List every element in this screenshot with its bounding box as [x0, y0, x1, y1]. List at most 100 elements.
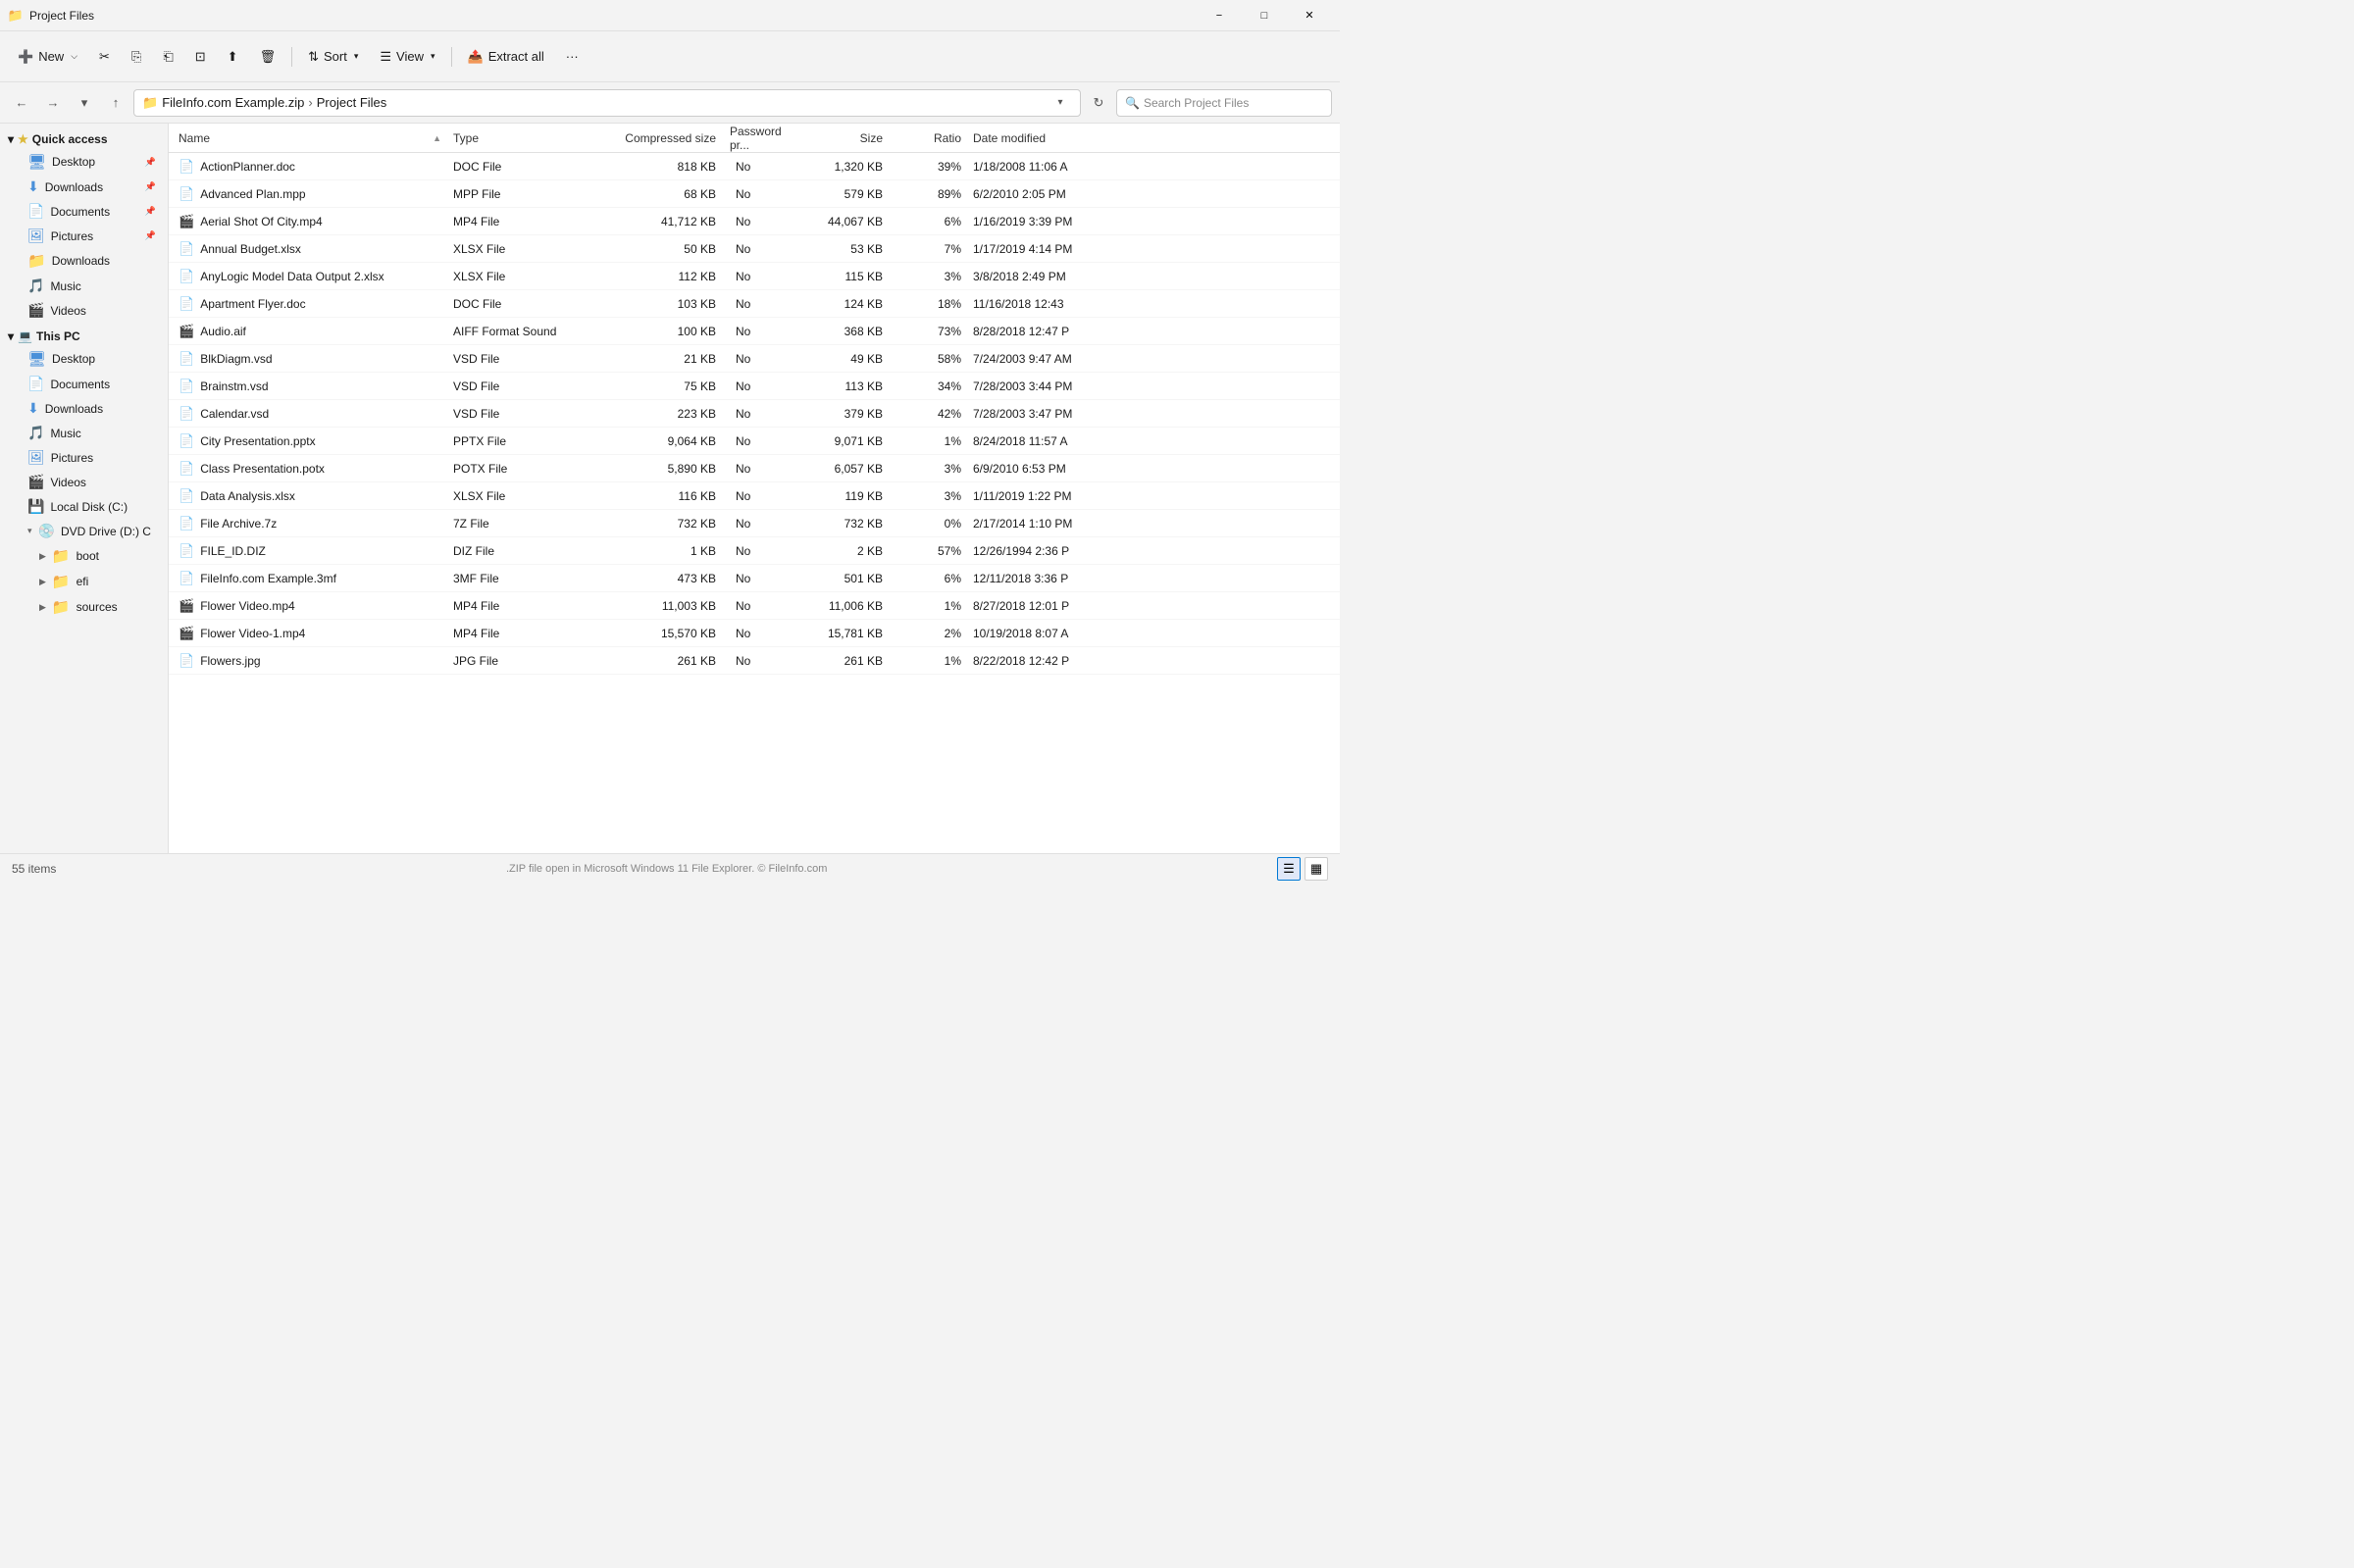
sidebar-label: Music	[50, 279, 80, 293]
table-row[interactable]: 🎬 Aerial Shot Of City.mp4 MP4 File 41,71…	[169, 208, 1340, 235]
col-name-header[interactable]: Name ▲	[173, 124, 447, 152]
grid-view-button[interactable]: ▦	[1305, 857, 1328, 881]
sidebar-item-music-pc[interactable]: 🎵 Music	[4, 421, 164, 445]
sidebar-item-videos-quick[interactable]: 🎬 Videos	[4, 298, 164, 323]
table-row[interactable]: 📄 Advanced Plan.mpp MPP File 68 KB No 57…	[169, 180, 1340, 208]
sidebar-label: Pictures	[51, 229, 93, 243]
col-size-header[interactable]: Size	[800, 124, 889, 152]
cell-name: 📄 Annual Budget.xlsx	[173, 241, 447, 257]
view-button[interactable]: ☰ View ▾	[370, 39, 444, 75]
paste-button[interactable]: ⎗	[153, 39, 182, 75]
sort-button[interactable]: ⇅ Sort ▾	[298, 39, 368, 75]
videos-icon: 🎬	[27, 302, 44, 319]
folder-icon: 📁	[52, 598, 71, 616]
sidebar-item-efi[interactable]: ▶ 📁 efi	[4, 569, 164, 594]
search-box[interactable]: 🔍 Search Project Files	[1116, 89, 1332, 117]
table-row[interactable]: 📄 Calendar.vsd VSD File 223 KB No 379 KB…	[169, 400, 1340, 428]
file-icon: 📄	[179, 296, 194, 312]
address-path[interactable]: 📁 FileInfo.com Example.zip › Project Fil…	[133, 89, 1081, 117]
sidebar-item-pictures-pc[interactable]: 🖼 Pictures	[4, 445, 164, 470]
col-type-header[interactable]: Type	[447, 124, 604, 152]
sidebar-item-documents-quick[interactable]: 📄 Documents 📌	[4, 199, 164, 224]
share-button[interactable]: ⬆	[218, 39, 248, 75]
copy-button[interactable]: ⎘	[122, 39, 151, 75]
titlebar: 📁 Project Files − □ ✕	[0, 0, 1340, 31]
efi-chevron-icon: ▶	[39, 577, 46, 587]
new-button[interactable]: ➕ New ⌵	[8, 39, 87, 75]
table-row[interactable]: 📄 File Archive.7z 7Z File 732 KB No 732 …	[169, 510, 1340, 537]
table-row[interactable]: 📄 BlkDiagm.vsd VSD File 21 KB No 49 KB 5…	[169, 345, 1340, 373]
sidebar-label: Downloads	[45, 180, 103, 194]
table-row[interactable]: 📄 Class Presentation.potx POTX File 5,89…	[169, 455, 1340, 482]
refresh-button[interactable]: ↻	[1085, 89, 1112, 117]
cell-name: 📄 Calendar.vsd	[173, 406, 447, 422]
sidebar-item-sources[interactable]: ▶ 📁 sources	[4, 594, 164, 620]
table-row[interactable]: 📄 Apartment Flyer.doc DOC File 103 KB No…	[169, 290, 1340, 318]
table-row[interactable]: 📄 Data Analysis.xlsx XLSX File 116 KB No…	[169, 482, 1340, 510]
col-password-header[interactable]: Password pr...	[722, 124, 800, 152]
file-icon: 📄	[179, 516, 194, 531]
cell-date: 10/19/2018 8:07 A	[967, 627, 1336, 640]
col-date-header[interactable]: Date modified	[967, 124, 1336, 152]
sidebar-item-downloads-pc[interactable]: ⬇ Downloads	[4, 396, 164, 421]
sidebar-label: boot	[77, 549, 99, 563]
path-dropdown-icon[interactable]: ▾	[1049, 91, 1072, 115]
sidebar-item-videos-pc[interactable]: 🎬 Videos	[4, 470, 164, 494]
sidebar-item-documents-pc[interactable]: 📄 Documents	[4, 372, 164, 396]
col-compressed-header[interactable]: Compressed size	[604, 124, 722, 152]
delete-button[interactable]: 🗑	[250, 39, 286, 75]
minimize-button[interactable]: −	[1197, 0, 1242, 31]
download-icon: ⬇	[27, 178, 39, 195]
col-ratio-header[interactable]: Ratio	[889, 124, 967, 152]
list-view-button[interactable]: ☰	[1277, 857, 1301, 881]
music-icon: 🎵	[27, 278, 44, 294]
file-name: Annual Budget.xlsx	[200, 242, 301, 256]
cell-date: 8/24/2018 11:57 A	[967, 434, 1336, 448]
forward-button[interactable]: →	[39, 89, 67, 117]
cell-ratio: 3%	[889, 462, 967, 476]
recent-button[interactable]: ▾	[71, 89, 98, 117]
sidebar-label: Local Disk (C:)	[50, 500, 128, 514]
table-row[interactable]: 🎬 Audio.aif AIFF Format Sound 100 KB No …	[169, 318, 1340, 345]
table-row[interactable]: 📄 FileInfo.com Example.3mf 3MF File 473 …	[169, 565, 1340, 592]
this-pc-header[interactable]: ▾ 💻 This PC	[0, 327, 168, 346]
sidebar-item-downloads-folder[interactable]: 📁 Downloads	[4, 248, 164, 274]
sidebar-item-boot[interactable]: ▶ 📁 boot	[4, 543, 164, 569]
table-row[interactable]: 📄 Annual Budget.xlsx XLSX File 50 KB No …	[169, 235, 1340, 263]
table-row[interactable]: 🎬 Flower Video-1.mp4 MP4 File 15,570 KB …	[169, 620, 1340, 647]
file-name: Apartment Flyer.doc	[200, 297, 305, 311]
cell-password: No	[722, 160, 800, 174]
sidebar-item-downloads-quick[interactable]: ⬇ Downloads 📌	[4, 175, 164, 199]
maximize-button[interactable]: □	[1242, 0, 1287, 31]
table-row[interactable]: 📄 FILE_ID.DIZ DIZ File 1 KB No 2 KB 57% …	[169, 537, 1340, 565]
close-button[interactable]: ✕	[1287, 0, 1332, 31]
col-size-label: Size	[860, 131, 883, 145]
sidebar-label: sources	[77, 600, 118, 614]
table-row[interactable]: 🎬 Flower Video.mp4 MP4 File 11,003 KB No…	[169, 592, 1340, 620]
table-row[interactable]: 📄 City Presentation.pptx PPTX File 9,064…	[169, 428, 1340, 455]
up-button[interactable]: ↑	[102, 89, 129, 117]
sidebar-label: Videos	[50, 304, 85, 318]
share-icon: ⬆	[228, 49, 238, 65]
sidebar-item-music-quick[interactable]: 🎵 Music	[4, 274, 164, 298]
pin-icon: 📌	[145, 230, 156, 241]
table-row[interactable]: 📄 AnyLogic Model Data Output 2.xlsx XLSX…	[169, 263, 1340, 290]
view-controls: ☰ ▦	[1277, 857, 1328, 881]
cell-size: 9,071 KB	[800, 434, 889, 448]
rename-button[interactable]: ⊡	[185, 39, 216, 75]
sidebar-item-pictures-quick[interactable]: 🖼 Pictures 📌	[4, 224, 164, 248]
sidebar-item-local-disk[interactable]: 💾 Local Disk (C:)	[4, 494, 164, 519]
cut-button[interactable]: ✂	[89, 39, 120, 75]
table-row[interactable]: 📄 ActionPlanner.doc DOC File 818 KB No 1…	[169, 153, 1340, 180]
sidebar-item-dvd-drive[interactable]: ▾ 💿 DVD Drive (D:) C	[4, 519, 164, 543]
table-row[interactable]: 📄 Flowers.jpg JPG File 261 KB No 261 KB …	[169, 647, 1340, 675]
more-button[interactable]: ···	[556, 39, 588, 75]
sidebar-item-desktop-pc[interactable]: 🖥 Desktop	[4, 346, 164, 372]
table-row[interactable]: 📄 Brainstm.vsd VSD File 75 KB No 113 KB …	[169, 373, 1340, 400]
sidebar-label: Desktop	[52, 155, 95, 169]
quick-access-header[interactable]: ▾ ★ Quick access	[0, 129, 168, 149]
back-button[interactable]: ←	[8, 89, 35, 117]
sidebar-item-desktop-quick[interactable]: 🖥 Desktop 📌	[4, 149, 164, 175]
cell-password: No	[722, 489, 800, 503]
extract-button[interactable]: 📤 Extract all	[458, 39, 554, 75]
